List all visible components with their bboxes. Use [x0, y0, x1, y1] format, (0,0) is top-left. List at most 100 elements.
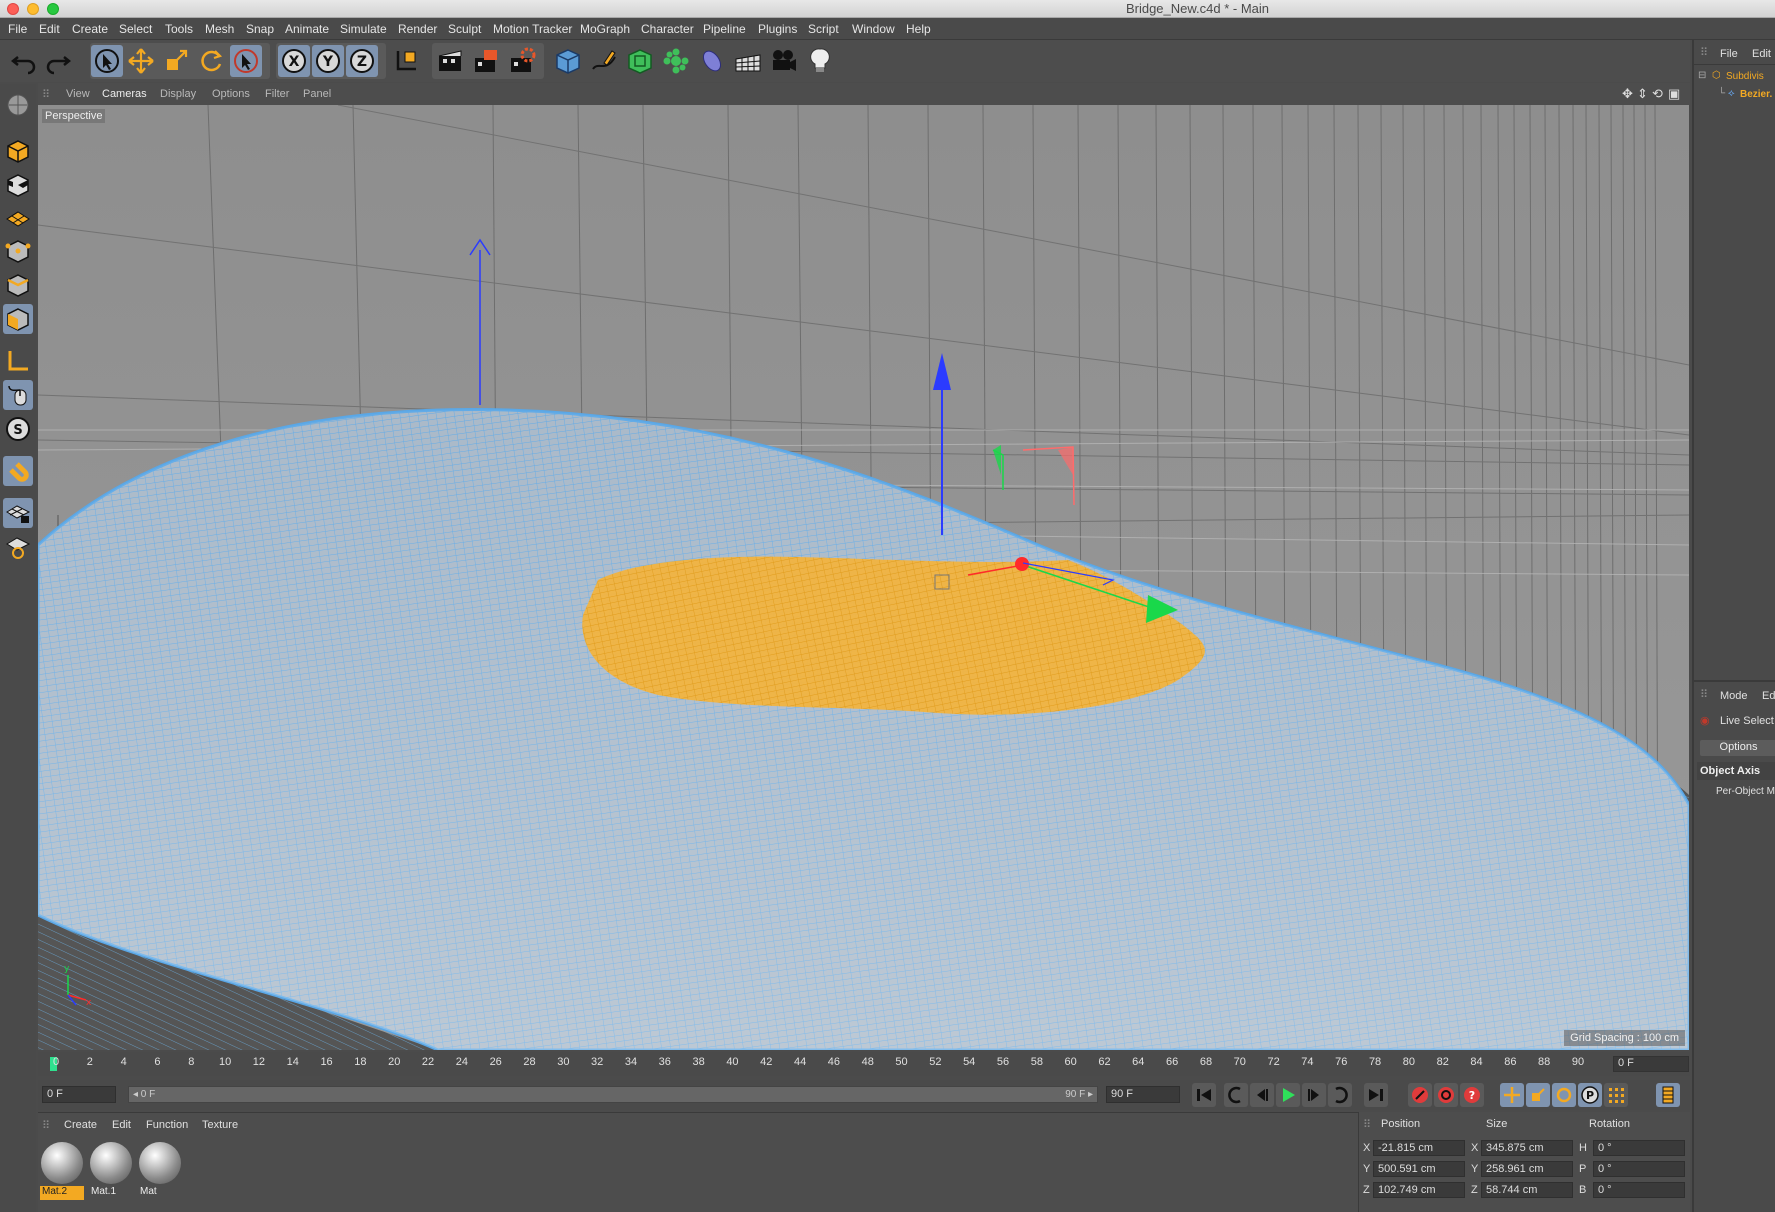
size-x-field[interactable]: 345.875 cm	[1481, 1140, 1573, 1156]
om-menu-edit[interactable]: Edit	[1752, 48, 1771, 60]
menu-mesh[interactable]: Mesh	[205, 22, 234, 36]
record-rotation-icon[interactable]	[1552, 1083, 1576, 1107]
timeline-ruler[interactable]: 0 2 4 6 8 10 12 14 16 18 20 22 24 26 28 30 32 34 36 38 40 42 4…	[38, 1052, 1690, 1076]
panel-grip[interactable]: ⠿	[1700, 688, 1708, 701]
vp-menu-cameras[interactable]: Cameras	[102, 88, 147, 100]
model-mode-icon[interactable]	[3, 136, 33, 166]
position-z-field[interactable]: 102.749 cm	[1373, 1182, 1465, 1198]
attr-menu-mode[interactable]: Mode	[1720, 690, 1748, 702]
next-key-icon[interactable]	[1328, 1083, 1352, 1107]
autokeying-icon[interactable]	[1434, 1083, 1458, 1107]
workplane-mode-icon[interactable]	[3, 202, 33, 232]
material-swatch[interactable]: Mat	[138, 1140, 182, 1200]
subdivision-surface-icon[interactable]	[624, 45, 656, 77]
menu-create[interactable]: Create	[72, 22, 108, 36]
cloner-icon[interactable]	[660, 45, 692, 77]
camera-icon[interactable]	[768, 45, 800, 77]
previous-key-icon[interactable]	[1224, 1083, 1248, 1107]
menu-window[interactable]: Window	[852, 22, 895, 36]
vp-menu-display[interactable]: Display	[160, 88, 196, 100]
mat-menu-texture[interactable]: Texture	[202, 1119, 238, 1131]
edit-render-settings-icon[interactable]	[506, 45, 538, 77]
tree-toggle-icon[interactable]: ⊟	[1698, 70, 1706, 81]
position-x-field[interactable]: -21.815 cm	[1373, 1140, 1465, 1156]
menu-simulate[interactable]: Simulate	[340, 22, 387, 36]
mat-menu-edit[interactable]: Edit	[112, 1119, 131, 1131]
rotation-p-field[interactable]: 0 °	[1593, 1161, 1685, 1177]
menu-mograph[interactable]: MoGraph	[580, 22, 630, 36]
rotate-view-icon[interactable]: ⟲	[1652, 86, 1663, 102]
menu-edit[interactable]: Edit	[39, 22, 60, 36]
menu-animate[interactable]: Animate	[285, 22, 329, 36]
panel-grip[interactable]: ⠿	[42, 88, 50, 101]
timeline-current-frame-field[interactable]: 0 F	[1613, 1056, 1689, 1072]
mat-menu-function[interactable]: Function	[146, 1119, 188, 1131]
toggle-view-icon[interactable]: ▣	[1668, 86, 1680, 102]
coordinate-system-icon[interactable]	[390, 45, 422, 77]
snapping-magnet-icon[interactable]	[3, 456, 33, 486]
texture-mode-icon[interactable]	[3, 170, 33, 200]
polygons-mode-icon[interactable]	[3, 304, 33, 334]
render-view-icon[interactable]	[434, 45, 466, 77]
panel-grip[interactable]: ⠿	[1363, 1118, 1371, 1131]
cube-primitive-icon[interactable]	[552, 45, 584, 77]
section-object-axis[interactable]: Object Axis	[1697, 762, 1775, 780]
deformer-icon[interactable]	[696, 45, 728, 77]
max-time-field[interactable]: 90 F	[1106, 1086, 1180, 1103]
menu-pipeline[interactable]: Pipeline	[703, 22, 746, 36]
record-point-level-icon[interactable]	[1604, 1083, 1628, 1107]
min-time-field[interactable]: 0 F	[42, 1086, 116, 1103]
light-icon[interactable]	[804, 45, 836, 77]
om-menu-file[interactable]: File	[1720, 48, 1738, 60]
size-y-field[interactable]: 258.961 cm	[1481, 1161, 1573, 1177]
y-axis-lock-icon[interactable]: Y	[312, 45, 344, 77]
vp-menu-filter[interactable]: Filter	[265, 88, 289, 100]
edges-mode-icon[interactable]	[3, 270, 33, 300]
size-z-field[interactable]: 58.744 cm	[1481, 1182, 1573, 1198]
panel-grip[interactable]: ⠿	[42, 1119, 50, 1132]
tab-options[interactable]: Options	[1700, 740, 1775, 756]
x-axis-lock-icon[interactable]: X	[278, 45, 310, 77]
solo-mode-icon[interactable]: S	[3, 414, 33, 444]
object-subdivision-surface[interactable]: Subdivis	[1726, 71, 1764, 82]
per-object-manipulation-option[interactable]: Per-Object M	[1716, 786, 1775, 797]
menu-script[interactable]: Script	[808, 22, 839, 36]
record-active-objects-icon[interactable]	[1408, 1083, 1432, 1107]
locked-workplane-icon[interactable]	[3, 498, 33, 528]
play-forward-icon[interactable]	[1276, 1083, 1300, 1107]
keyframe-selection-icon[interactable]: ?	[1460, 1083, 1484, 1107]
menu-file[interactable]: File	[8, 22, 27, 36]
rotation-h-field[interactable]: 0 °	[1593, 1140, 1685, 1156]
mat-menu-create[interactable]: Create	[64, 1119, 97, 1131]
perspective-viewport[interactable]: y x Perspective Grid Spacing : 100 cm	[38, 105, 1689, 1050]
menu-select[interactable]: Select	[119, 22, 152, 36]
enable-axis-icon[interactable]	[3, 346, 33, 376]
tweak-mode-icon[interactable]	[3, 380, 33, 410]
previous-frame-icon[interactable]	[1250, 1083, 1274, 1107]
live-selection-icon[interactable]	[91, 45, 123, 77]
planar-workplane-icon[interactable]	[3, 532, 33, 562]
z-axis-lock-icon[interactable]: Z	[346, 45, 378, 77]
vp-menu-options[interactable]: Options	[212, 88, 250, 100]
next-frame-icon[interactable]	[1302, 1083, 1326, 1107]
menu-motion-tracker[interactable]: Motion Tracker	[493, 22, 572, 36]
attr-menu-edit[interactable]: Ed	[1762, 690, 1775, 702]
make-editable-icon[interactable]	[3, 90, 33, 120]
pen-spline-icon[interactable]	[588, 45, 620, 77]
undo-icon[interactable]	[8, 45, 40, 77]
menu-tools[interactable]: Tools	[165, 22, 193, 36]
redo-icon[interactable]	[42, 45, 74, 77]
go-to-end-icon[interactable]	[1364, 1083, 1388, 1107]
rotate-icon[interactable]	[195, 45, 227, 77]
vp-menu-panel[interactable]: Panel	[303, 88, 331, 100]
move-icon[interactable]	[125, 45, 157, 77]
position-y-field[interactable]: 500.591 cm	[1373, 1161, 1465, 1177]
render-picture-viewer-icon[interactable]	[470, 45, 502, 77]
vp-menu-view[interactable]: View	[66, 88, 90, 100]
preview-range-slider[interactable]: ◂ 0 F 90 F ▸	[128, 1086, 1098, 1103]
floor-environment-icon[interactable]	[732, 45, 764, 77]
move-view-icon[interactable]: ✥	[1622, 86, 1633, 102]
panel-grip[interactable]: ⠿	[1700, 46, 1708, 59]
recent-tool-icon[interactable]	[230, 45, 262, 77]
rotation-b-field[interactable]: 0 °	[1593, 1182, 1685, 1198]
